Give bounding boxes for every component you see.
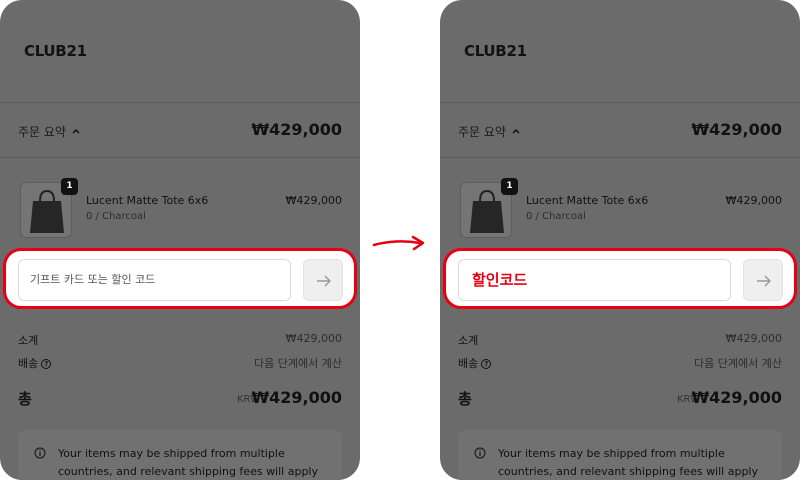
shipping-value: 다음 단계에서 계산: [254, 357, 342, 370]
shipping-label-text: 배송: [458, 357, 479, 370]
info-icon: [474, 447, 486, 459]
total-label: 총: [18, 390, 32, 408]
apply-code-button[interactable]: [303, 259, 343, 301]
checkout-panel-before: CLUB21 주문 요약 ₩429,000 1 Lucent Matte Tot…: [0, 0, 360, 480]
arrow-right-icon: [317, 275, 331, 287]
shipping-notice-text: Your items may be shipped from multiple …: [58, 447, 318, 478]
checkout-panel-after: CLUB21 주문 요약 ₩429,000 1 Lucent Matte Tot…: [440, 0, 800, 480]
brand-logo[interactable]: CLUB21: [24, 42, 87, 60]
info-icon: [34, 447, 46, 459]
order-summary-label: 주문 요약: [458, 125, 506, 139]
subtotal-value: ₩429,000: [725, 332, 782, 345]
brand-logo[interactable]: CLUB21: [464, 42, 527, 60]
total-label: 총: [458, 390, 472, 408]
total-value: ₩429,000: [691, 388, 782, 407]
quantity-badge: 1: [61, 178, 78, 195]
discount-code-input[interactable]: 할인코드: [458, 259, 731, 301]
total-value: ₩429,000: [251, 388, 342, 407]
transition-arrow-icon: [372, 235, 425, 251]
discount-code-input[interactable]: 기프트 카드 또는 할인 코드: [18, 259, 291, 301]
shipping-notice: Your items may be shipped from multiple …: [458, 430, 782, 480]
chevron-up-icon: [512, 128, 520, 134]
apply-code-button[interactable]: [743, 259, 783, 301]
product-price: ₩429,000: [285, 194, 342, 207]
arrow-right-icon: [757, 275, 771, 287]
shipping-label: 배송?: [18, 355, 52, 371]
order-summary-total: ₩429,000: [691, 120, 782, 139]
product-name: Lucent Matte Tote 6x6: [526, 194, 649, 207]
subtotal-label: 소계: [458, 334, 479, 347]
order-summary-toggle[interactable]: 주문 요약 ₩429,000: [0, 104, 360, 158]
subtotal-label: 소계: [18, 334, 39, 347]
shipping-notice: Your items may be shipped from multiple …: [18, 430, 342, 480]
shipping-label: 배송?: [458, 355, 492, 371]
shipping-notice-text: Your items may be shipped from multiple …: [498, 447, 758, 478]
help-icon[interactable]: ?: [41, 359, 52, 369]
shipping-label-text: 배송: [18, 357, 39, 370]
product-price: ₩429,000: [725, 194, 782, 207]
subtotal-value: ₩429,000: [285, 332, 342, 345]
quantity-badge: 1: [501, 178, 518, 195]
order-summary-label: 주문 요약: [18, 125, 66, 139]
chevron-up-icon: [72, 128, 80, 134]
order-summary-toggle[interactable]: 주문 요약 ₩429,000: [440, 104, 800, 158]
header: CLUB21: [440, 0, 800, 103]
header: CLUB21: [0, 0, 360, 103]
product-variant: 0 / Charcoal: [86, 211, 146, 222]
help-icon[interactable]: ?: [481, 359, 492, 369]
order-summary-total: ₩429,000: [251, 120, 342, 139]
product-variant: 0 / Charcoal: [526, 211, 586, 222]
shipping-value: 다음 단계에서 계산: [694, 357, 782, 370]
product-name: Lucent Matte Tote 6x6: [86, 194, 209, 207]
